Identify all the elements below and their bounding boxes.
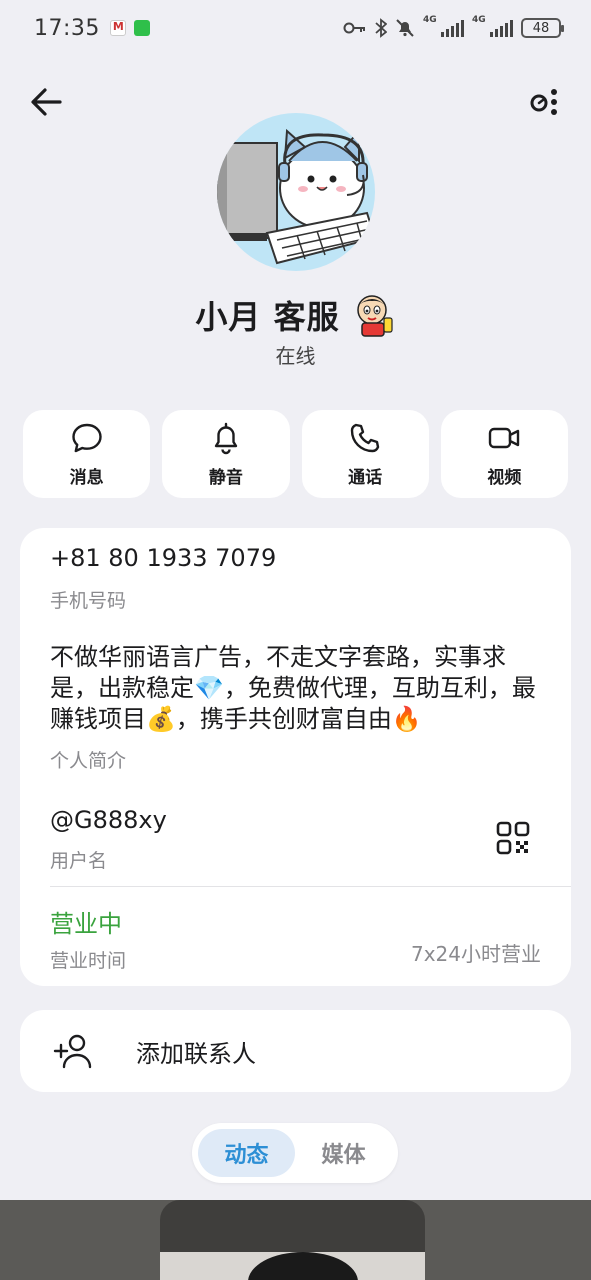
username-label: 用户名 [50, 850, 108, 872]
message-label: 消息 [69, 467, 104, 488]
content-tabs: 动态 媒体 [192, 1123, 398, 1183]
more-options-icon[interactable] [529, 86, 561, 118]
bell-icon [214, 422, 238, 454]
profile-avatar[interactable] [217, 113, 375, 271]
add-person-icon [53, 1034, 92, 1069]
bio-label: 个人简介 [50, 750, 127, 772]
back-arrow-icon[interactable] [28, 84, 64, 120]
online-status: 在线 [275, 344, 316, 368]
mute-button[interactable]: 静音 [162, 410, 290, 498]
video-camera-icon [489, 427, 520, 448]
video-label: 视频 [487, 467, 522, 488]
media-preview-card[interactable] [160, 1200, 425, 1280]
profile-name: 小月 客服 [195, 298, 340, 336]
battery-icon: 48 [521, 18, 564, 38]
mute-label: 静音 [208, 467, 243, 488]
qr-code-icon[interactable] [495, 820, 531, 856]
username[interactable]: @G888xy [50, 806, 167, 834]
info-card: +81 80 1933 7079 手机号码 不做华丽语言广告，不走文字套路，实事… [20, 528, 571, 986]
action-buttons: 消息 静音 通话 视频 [23, 410, 568, 498]
key-icon [343, 22, 365, 34]
wechat-notification-icon [133, 20, 150, 36]
status-bar: 17:35 4G 4G 48 [0, 0, 591, 56]
phone-icon [350, 423, 380, 452]
avatar-cat-illustration [217, 128, 375, 265]
call-button[interactable]: 通话 [301, 410, 429, 498]
phone-label: 手机号码 [50, 590, 127, 612]
cellular-signal-icon: 4G [423, 15, 464, 37]
cellular-signal-2-icon: 4G [472, 15, 513, 37]
video-button[interactable]: 视频 [440, 410, 568, 498]
mute-notification-icon [396, 19, 414, 37]
call-label: 通话 [348, 467, 383, 488]
business-hours-status: 营业中 [50, 910, 122, 938]
gmail-notification-icon [109, 20, 126, 36]
phone-number[interactable]: +81 80 1933 7079 [50, 544, 276, 572]
tab-posts[interactable]: 动态 [198, 1129, 295, 1177]
message-icon [71, 423, 102, 452]
add-contact-button[interactable]: 添加联系人 [20, 1010, 571, 1092]
bluetooth-icon [375, 18, 387, 38]
bio-text: 不做华丽语言广告，不走文字套路，实事求是，出款稳定💎，免费做代理，互助互利，最赚… [50, 643, 536, 733]
business-hours-label: 营业时间 [50, 950, 127, 972]
tab-media[interactable]: 媒体 [295, 1129, 392, 1177]
business-hours-value: 7x24小时营业 [410, 942, 541, 966]
message-button[interactable]: 消息 [23, 410, 151, 498]
status-time: 17:35 [34, 15, 100, 41]
divider [50, 886, 571, 887]
cartoon-sticker-icon [356, 295, 393, 337]
add-contact-label: 添加联系人 [136, 1040, 256, 1068]
